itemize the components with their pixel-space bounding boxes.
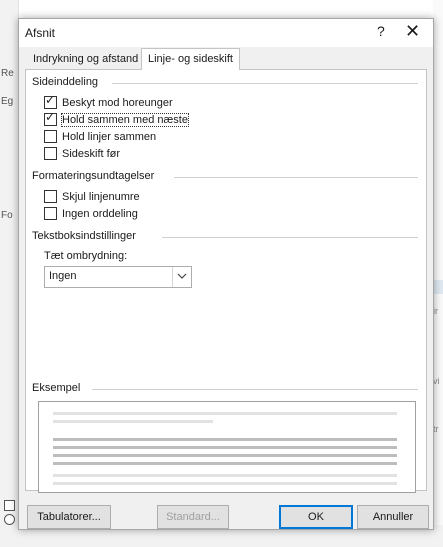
preview-line bbox=[53, 420, 213, 423]
section-textbox-options: Tekstboksindstillinger bbox=[32, 230, 420, 242]
background-right-strip: ir vi tr bbox=[433, 0, 443, 547]
checkbox-box[interactable]: ✓ bbox=[44, 92, 57, 109]
checkbox-keep-lines-together[interactable]: Hold linjer sammen bbox=[44, 129, 157, 145]
section-divider bbox=[92, 389, 418, 390]
dialog-titlebar: Afsnit ? ✕ bbox=[19, 19, 433, 47]
preview-line bbox=[53, 412, 397, 415]
checkbox-page-break-before[interactable]: Sideskift før bbox=[44, 146, 121, 162]
checkbox-box[interactable] bbox=[44, 189, 57, 203]
tabs-button[interactable]: Tabulatorer... bbox=[27, 505, 111, 529]
tight-wrap-select[interactable]: Ingen bbox=[44, 266, 192, 288]
tab-panel: Sideinddeling ✓ Beskyt mod horeunger ✓ Hol… bbox=[25, 69, 427, 493]
section-title: Formateringsundtagelser bbox=[32, 170, 155, 182]
checkbox-box[interactable] bbox=[44, 146, 57, 160]
checkbox-widow-control[interactable]: ✓ Beskyt mod horeunger bbox=[44, 92, 173, 111]
background-text: Re bbox=[1, 68, 14, 79]
section-title: Tekstboksindstillinger bbox=[32, 230, 136, 242]
preview-line bbox=[53, 482, 397, 485]
preview-box bbox=[38, 401, 416, 493]
checkbox-label: Hold linjer sammen bbox=[62, 131, 157, 143]
dialog-title: Afsnit bbox=[25, 26, 56, 40]
checkmark-icon: ✓ bbox=[45, 109, 56, 124]
paragraph-dialog: Afsnit ? ✕ Indrykning og afstand Linje- … bbox=[18, 18, 434, 530]
section-divider bbox=[174, 177, 418, 178]
background-text: Fo bbox=[1, 210, 13, 221]
button-label: Tabulatorer... bbox=[37, 511, 101, 523]
chevron-down-icon[interactable] bbox=[172, 267, 191, 287]
tight-wrap-label: Tæt ombrydning: bbox=[44, 250, 128, 262]
tight-wrap-value: Ingen bbox=[49, 270, 77, 282]
button-label: OK bbox=[308, 511, 324, 523]
preview-line bbox=[53, 474, 397, 477]
section-divider bbox=[112, 83, 418, 84]
checkbox-label: Hold sammen med næste bbox=[61, 113, 189, 127]
tab-label: Linje- og sideskift bbox=[148, 53, 233, 65]
preview-line bbox=[53, 438, 397, 441]
close-icon[interactable]: ✕ bbox=[405, 21, 420, 42]
section-formatting-exceptions: Formateringsundtagelser bbox=[32, 170, 420, 182]
section-divider bbox=[162, 237, 418, 238]
background-checkbox bbox=[4, 500, 15, 511]
tab-indents-spacing[interactable]: Indrykning og afstand bbox=[27, 49, 144, 69]
set-default-button[interactable]: Standard... bbox=[157, 505, 229, 529]
checkbox-suppress-line-numbers[interactable]: Skjul linjenumre bbox=[44, 189, 140, 205]
checkbox-no-hyphenation[interactable]: Ingen orddeling bbox=[44, 206, 138, 222]
section-pagination: Sideinddeling bbox=[32, 76, 420, 88]
background-text: Eg bbox=[1, 96, 14, 107]
cancel-button[interactable]: Annuller bbox=[357, 505, 429, 529]
checkbox-label: Ingen orddeling bbox=[62, 208, 138, 220]
preview-line bbox=[53, 446, 397, 449]
button-label: Standard... bbox=[166, 511, 220, 523]
section-title: Eksempel bbox=[32, 382, 81, 394]
checkbox-label: Beskyt mod horeunger bbox=[62, 97, 173, 109]
tab-label: Indrykning og afstand bbox=[33, 53, 139, 65]
checkbox-box[interactable] bbox=[44, 206, 57, 220]
checkbox-box[interactable] bbox=[44, 129, 57, 143]
checkbox-box[interactable]: ✓ bbox=[44, 109, 57, 126]
checkbox-label: Skjul linjenumre bbox=[62, 191, 140, 203]
checkbox-keep-with-next[interactable]: ✓ Hold sammen med næste bbox=[44, 109, 189, 128]
button-label: Annuller bbox=[372, 511, 414, 523]
section-preview: Eksempel bbox=[32, 382, 420, 394]
background-selection bbox=[433, 280, 443, 294]
preview-line bbox=[53, 462, 397, 465]
preview-line bbox=[53, 454, 397, 457]
ok-button[interactable]: OK bbox=[279, 505, 353, 529]
checkbox-label: Sideskift før bbox=[62, 148, 121, 160]
background-left-strip: Re Eg Fo bbox=[0, 0, 19, 547]
tab-line-page-breaks[interactable]: Linje- og sideskift bbox=[141, 48, 240, 70]
help-button[interactable]: ? bbox=[377, 23, 385, 39]
section-title: Sideinddeling bbox=[32, 76, 99, 88]
checkmark-icon: ✓ bbox=[45, 92, 56, 107]
background-radio bbox=[4, 514, 15, 525]
